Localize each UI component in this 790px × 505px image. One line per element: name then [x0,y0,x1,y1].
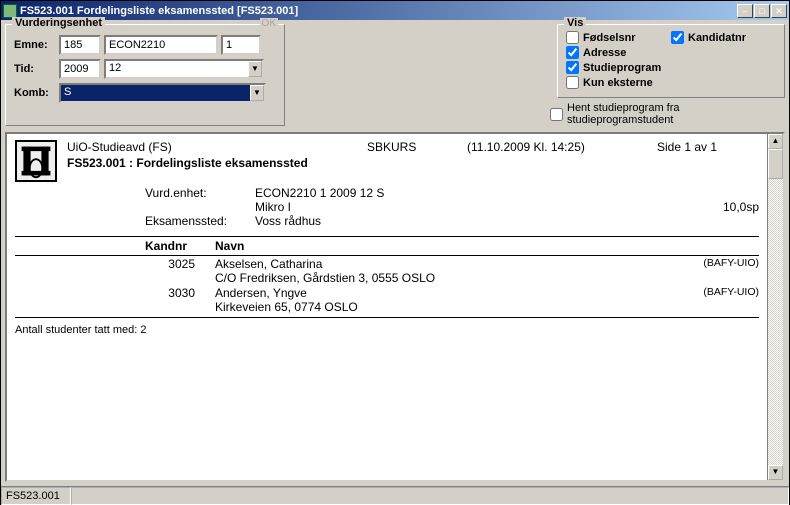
chevron-down-icon[interactable]: ▼ [248,61,262,77]
kandidatnr-checkbox[interactable]: Kandidatnr [671,31,776,44]
navn-cell: Andersen, Yngve [215,286,669,300]
fodselsnr-checkbox[interactable]: Fødselsnr [566,31,671,44]
vurdenhet-value: ECON2210 1 2009 12 S [255,186,759,200]
app-window: FS523.001 Fordelingsliste eksamenssted [… [0,0,790,505]
address-row: C/O Fredriksen, Gårdstien 3, 0555 OSLO [15,271,759,285]
kun-eksterne-checkbox[interactable]: Kun eksterne [566,76,776,89]
report: UiO-Studieavd (FS) SBKURS (11.10.2009 Kl… [7,134,767,342]
report-frame: UiO-Studieavd (FS) SBKURS (11.10.2009 Kl… [5,132,785,482]
scroll-track[interactable] [768,179,783,465]
vis-legend: Vis [564,17,586,29]
vurderingsenhet-group: Vurderingsenhet OK Emne: Tid: 12 ▼ [5,24,285,126]
report-title: FS523.001 : Fordelingsliste eksamenssted [67,156,759,170]
titlebar[interactable]: FS523.001 Fordelingsliste eksamenssted [… [1,1,789,20]
address-row: Kirkeveien 65, 0774 OSLO [15,300,759,314]
scroll-thumb[interactable] [768,149,783,179]
hent-checkbox[interactable]: Hent studieprogram fra studieprogramstud… [550,102,785,126]
address-cell: C/O Fredriksen, Gårdstien 3, 0555 OSLO [215,271,435,285]
emne-label: Emne: [14,39,56,51]
col-navn: Navn [215,239,669,253]
scroll-up-icon[interactable]: ▲ [768,134,783,149]
tid-field-year[interactable] [59,59,101,79]
close-button[interactable]: ✕ [771,4,787,18]
tid-combo-value: 12 [106,61,248,77]
maximize-button[interactable]: □ [754,4,770,18]
statusbar: FS523.001 [1,486,789,504]
table-row: 3025Akselsen, Catharina(BAFY-UIO) [15,256,759,271]
report-sys: SBKURS [367,140,467,154]
tid-label: Tid: [14,63,56,75]
adresse-checkbox[interactable]: Adresse [566,46,776,59]
report-datetime: (11.10.2009 Kl. 14:25) [467,140,657,154]
prog-cell: (BAFY-UIO) [669,257,759,271]
kandnr-cell: 3030 [15,286,215,300]
navn-cell: Akselsen, Catharina [215,257,669,271]
studieprogram-checkbox[interactable]: Studieprogram [566,61,776,74]
komb-label: Komb: [14,87,56,99]
report-page: Side 1 av 1 [657,140,759,154]
ok-label: OK [260,18,278,29]
summary: Antall studenter tatt med: 2 [15,324,759,336]
col-kandnr: Kandnr [15,239,215,253]
client-area: Vurderingsenhet OK Emne: Tid: 12 ▼ [1,20,789,486]
address-cell: Kirkeveien 65, 0774 OSLO [215,300,358,314]
status-text: FS523.001 [1,487,71,505]
vertical-scrollbar[interactable]: ▲ ▼ [767,134,783,480]
chevron-down-icon[interactable]: ▼ [250,85,264,101]
course-score: 10,0sp [699,200,759,214]
emne-field-1[interactable] [59,35,101,55]
scroll-down-icon[interactable]: ▼ [768,465,783,480]
vis-group: Vis Fødselsnr Kandidatnr Adresse Studiep… [557,24,785,98]
emne-field-2[interactable] [104,35,218,55]
sted-label: Eksamenssted: [145,214,255,228]
sted-value: Voss rådhus [255,214,759,228]
report-org: UiO-Studieavd (FS) [67,140,367,154]
course-name: Mikro I [255,200,699,214]
komb-combo[interactable]: S ▼ [59,83,266,103]
prog-cell: (BAFY-UIO) [669,286,759,300]
window-title: FS523.001 Fordelingsliste eksamenssted [… [20,5,737,17]
kandnr-cell: 3025 [15,257,215,271]
minimize-button[interactable]: – [737,4,753,18]
table-row: 3030Andersen, Yngve(BAFY-UIO) [15,285,759,300]
tid-combo[interactable]: 12 ▼ [104,59,264,79]
emne-field-3[interactable] [221,35,261,55]
app-icon [3,4,17,18]
vurd-legend: Vurderingsenhet [12,17,105,29]
vurdenhet-label: Vurd.enhet: [145,186,255,200]
komb-combo-value: S [61,85,250,101]
report-logo [15,140,57,182]
